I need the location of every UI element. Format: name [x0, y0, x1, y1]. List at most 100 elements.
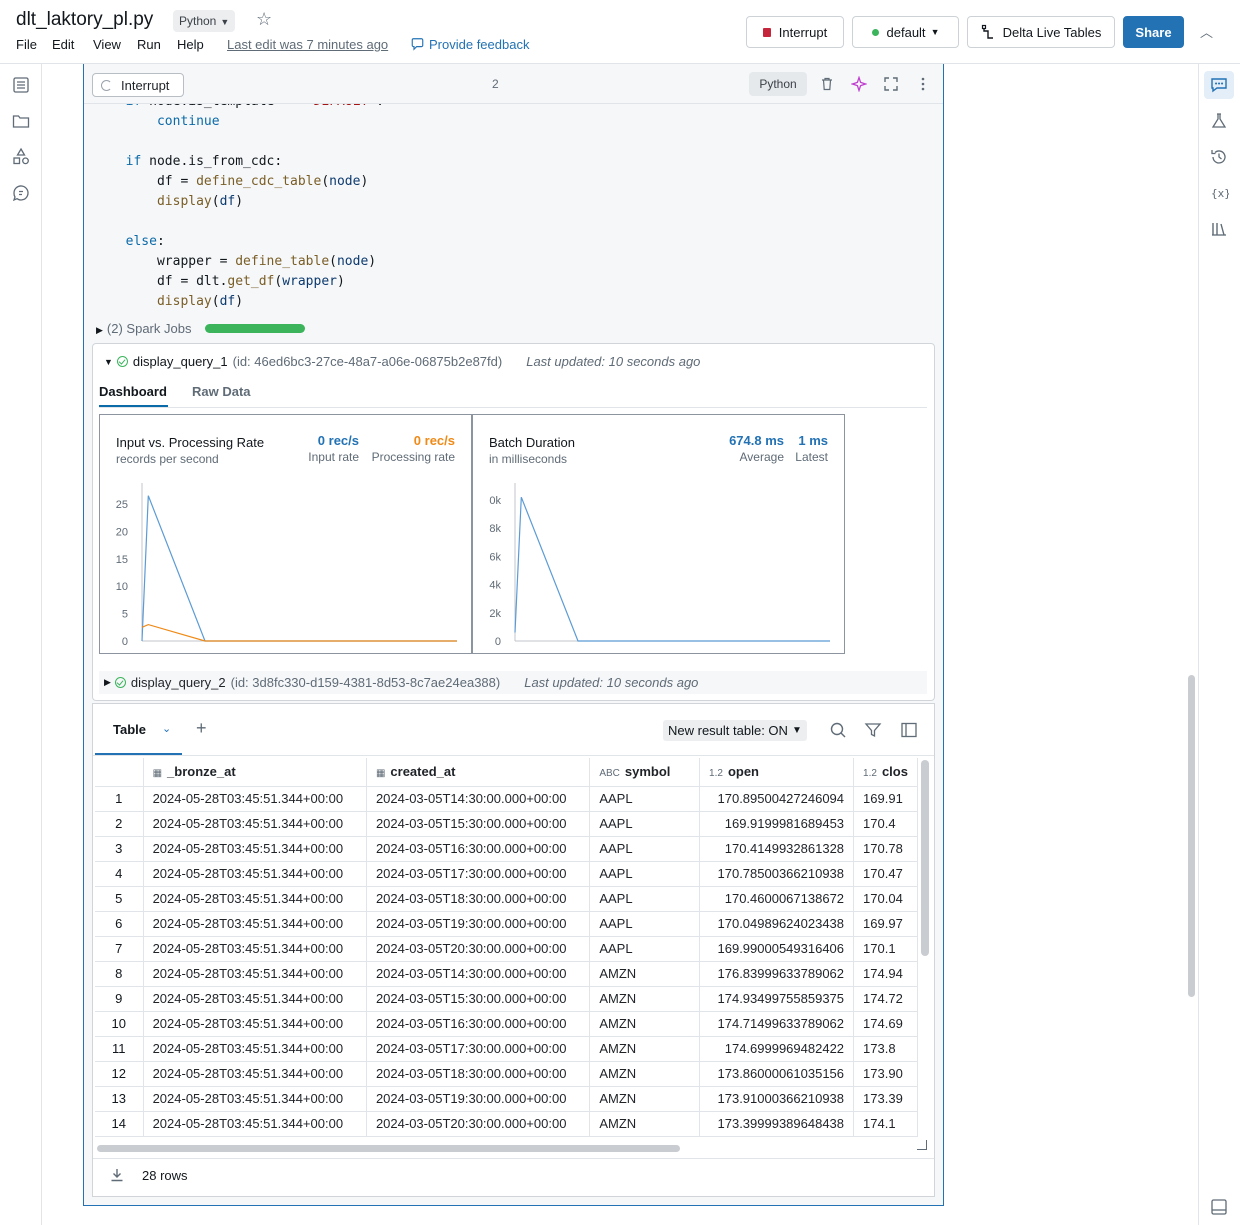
column-header[interactable]: 1.2 clos [853, 758, 918, 787]
table-of-contents-icon[interactable] [11, 75, 31, 95]
rate-chart: Input vs. Processing Rate records per se… [99, 414, 472, 654]
stream-query-2-header[interactable]: ▶ display_query_2 (id: 3d8fc330-d159-438… [99, 671, 927, 694]
filter-icon[interactable] [864, 721, 882, 739]
chevron-up-icon[interactable]: ︿ [1200, 22, 1213, 41]
variables-icon[interactable]: {x} [1209, 183, 1229, 203]
row-count: 28 rows [142, 1168, 188, 1183]
table-cell: AMZN [589, 1036, 701, 1062]
row-index: 13 [95, 1086, 144, 1112]
menu-edit[interactable]: Edit [52, 37, 74, 52]
table-cell: 174.72 [853, 986, 918, 1012]
spark-jobs-toggle[interactable]: ▶ (2) Spark Jobs [96, 321, 191, 336]
history-icon[interactable] [1209, 147, 1229, 167]
table-cell: 170.1 [853, 936, 918, 962]
code-editor[interactable]: if node.is_template == "DEFAULT": contin… [110, 104, 384, 312]
status-dot-icon [871, 28, 879, 36]
table-cell: 169.99000549316406 [699, 936, 855, 962]
table-cell: 2024-05-28T03:45:51.344+00:00 [143, 1061, 367, 1087]
horizontal-scrollbar[interactable] [97, 1145, 680, 1152]
row-index: 10 [95, 1011, 144, 1037]
notebook-title[interactable]: dlt_laktory_pl.py [16, 9, 153, 31]
table-row[interactable]: 1 2024-05-28T03:45:51.344+00:00 2024-03-05… [95, 786, 918, 812]
column-header[interactable]: ▦ _bronze_at [143, 758, 367, 787]
code-line: df = define_cdc_table(node) [110, 174, 369, 189]
table-cell: 170.4600067138672 [699, 886, 855, 912]
delta-live-tables-button[interactable]: Delta Live Tables [967, 16, 1115, 48]
language-label: Python [179, 14, 217, 28]
table-row[interactable]: 13 2024-05-28T03:45:51.344+00:00 2024-03-0… [95, 1086, 918, 1112]
row-index: 12 [95, 1061, 144, 1087]
page-scrollbar[interactable] [1188, 675, 1195, 997]
comments-icon[interactable] [1209, 75, 1229, 95]
spark-jobs-progress [205, 324, 305, 333]
table-cell: 2024-05-28T03:45:51.344+00:00 [143, 811, 367, 837]
download-icon[interactable] [109, 1167, 125, 1183]
menu-run[interactable]: Run [137, 37, 161, 52]
add-visualization-icon[interactable]: + [196, 718, 207, 739]
table-cell: 169.9199981689453 [699, 811, 855, 837]
vertical-scrollbar[interactable] [921, 760, 929, 956]
table-cell: 2024-03-05T19:30:00.000+00:00 [366, 1086, 591, 1112]
menu-file[interactable]: File [16, 37, 37, 52]
resize-handle[interactable] [917, 1140, 927, 1150]
search-icon[interactable] [829, 721, 847, 739]
table-row[interactable]: 3 2024-05-28T03:45:51.344+00:00 2024-03-05… [95, 836, 918, 862]
stream-query-1-header[interactable]: ▼ display_query_1 (id: 46ed6bc3-27ce-48a… [104, 354, 700, 369]
table-cell: 2024-03-05T17:30:00.000+00:00 [366, 861, 591, 887]
sidebar-toggle-icon[interactable] [900, 721, 918, 739]
table-row[interactable]: 6 2024-05-28T03:45:51.344+00:00 2024-03-05… [95, 911, 918, 937]
cell-toolbar [84, 64, 943, 104]
y-tick-label: 8k [489, 523, 501, 535]
chevron-down-icon[interactable]: ⌄ [162, 722, 171, 735]
table-row[interactable]: 4 2024-05-28T03:45:51.344+00:00 2024-03-05… [95, 861, 918, 887]
cell-language-badge[interactable]: Python [749, 72, 807, 96]
kebab-menu-icon[interactable] [915, 76, 931, 92]
library-icon[interactable] [1209, 219, 1229, 239]
decimal-type-icon: 1.2 [863, 768, 877, 780]
cell-interrupt-button[interactable]: Interrupt [92, 73, 184, 97]
query-2-name: display_query_2 [130, 675, 226, 690]
column-header[interactable]: ▦ created_at [366, 758, 591, 787]
table-row[interactable]: 8 2024-05-28T03:45:51.344+00:00 2024-03-05… [95, 961, 918, 987]
tab-table[interactable]: Table [113, 722, 146, 737]
table-row[interactable]: 9 2024-05-28T03:45:51.344+00:00 2024-03-05… [95, 986, 918, 1012]
interrupt-button[interactable]: Interrupt [746, 16, 844, 48]
last-edit-link[interactable]: Last edit was 7 minutes ago [227, 37, 388, 52]
menu-help[interactable]: Help [177, 37, 204, 52]
table-row[interactable]: 7 2024-05-28T03:45:51.344+00:00 2024-03-05… [95, 936, 918, 962]
y-tick-label: 15 [116, 554, 128, 566]
table-cell: 174.1 [853, 1111, 918, 1137]
star-icon[interactable]: ☆ [256, 9, 272, 30]
table-cell: AAPL [589, 886, 701, 912]
results-table: ▦ _bronze_at ▦ created_at ABC symbol 1.2 open 1.… [95, 758, 918, 1137]
tab-dashboard[interactable]: Dashboard [99, 384, 167, 399]
experiment-icon[interactable] [1209, 111, 1229, 131]
new-result-table-toggle[interactable]: New result table: ON ▼ [663, 720, 807, 741]
trash-icon[interactable] [819, 76, 835, 92]
language-selector[interactable]: Python ▼ [173, 10, 236, 32]
table-cell: AMZN [589, 1061, 701, 1087]
column-header[interactable]: 1.2 open [699, 758, 855, 787]
share-button[interactable]: Share [1123, 16, 1184, 48]
folder-icon[interactable] [11, 111, 31, 131]
table-row[interactable]: 11 2024-05-28T03:45:51.344+00:00 2024-03-0… [95, 1036, 918, 1062]
shapes-icon[interactable] [11, 147, 31, 167]
tab-raw-data[interactable]: Raw Data [192, 384, 251, 399]
expand-icon[interactable] [883, 76, 899, 92]
table-cell: 2024-05-28T03:45:51.344+00:00 [143, 1111, 367, 1137]
cluster-selector[interactable]: default ▼ [852, 16, 959, 48]
table-row[interactable]: 14 2024-05-28T03:45:51.344+00:00 2024-03-0… [95, 1111, 918, 1137]
table-row[interactable]: 2 2024-05-28T03:45:51.344+00:00 2024-03-05… [95, 811, 918, 837]
column-header[interactable]: ABC symbol [589, 758, 701, 787]
assistant-icon[interactable] [11, 183, 31, 203]
table-row[interactable]: 12 2024-05-28T03:45:51.344+00:00 2024-03-0… [95, 1061, 918, 1087]
table-cell: AAPL [589, 836, 701, 862]
panel-icon[interactable] [1209, 1197, 1229, 1217]
provide-feedback-link[interactable]: Provide feedback [410, 37, 529, 52]
y-tick-label: 4k [489, 580, 501, 592]
ai-sparkle-icon[interactable] [851, 76, 867, 92]
menu-view[interactable]: View [93, 37, 121, 52]
cell-number: 2 [492, 77, 499, 91]
table-row[interactable]: 10 2024-05-28T03:45:51.344+00:00 2024-03-0… [95, 1011, 918, 1037]
table-row[interactable]: 5 2024-05-28T03:45:51.344+00:00 2024-03-05… [95, 886, 918, 912]
